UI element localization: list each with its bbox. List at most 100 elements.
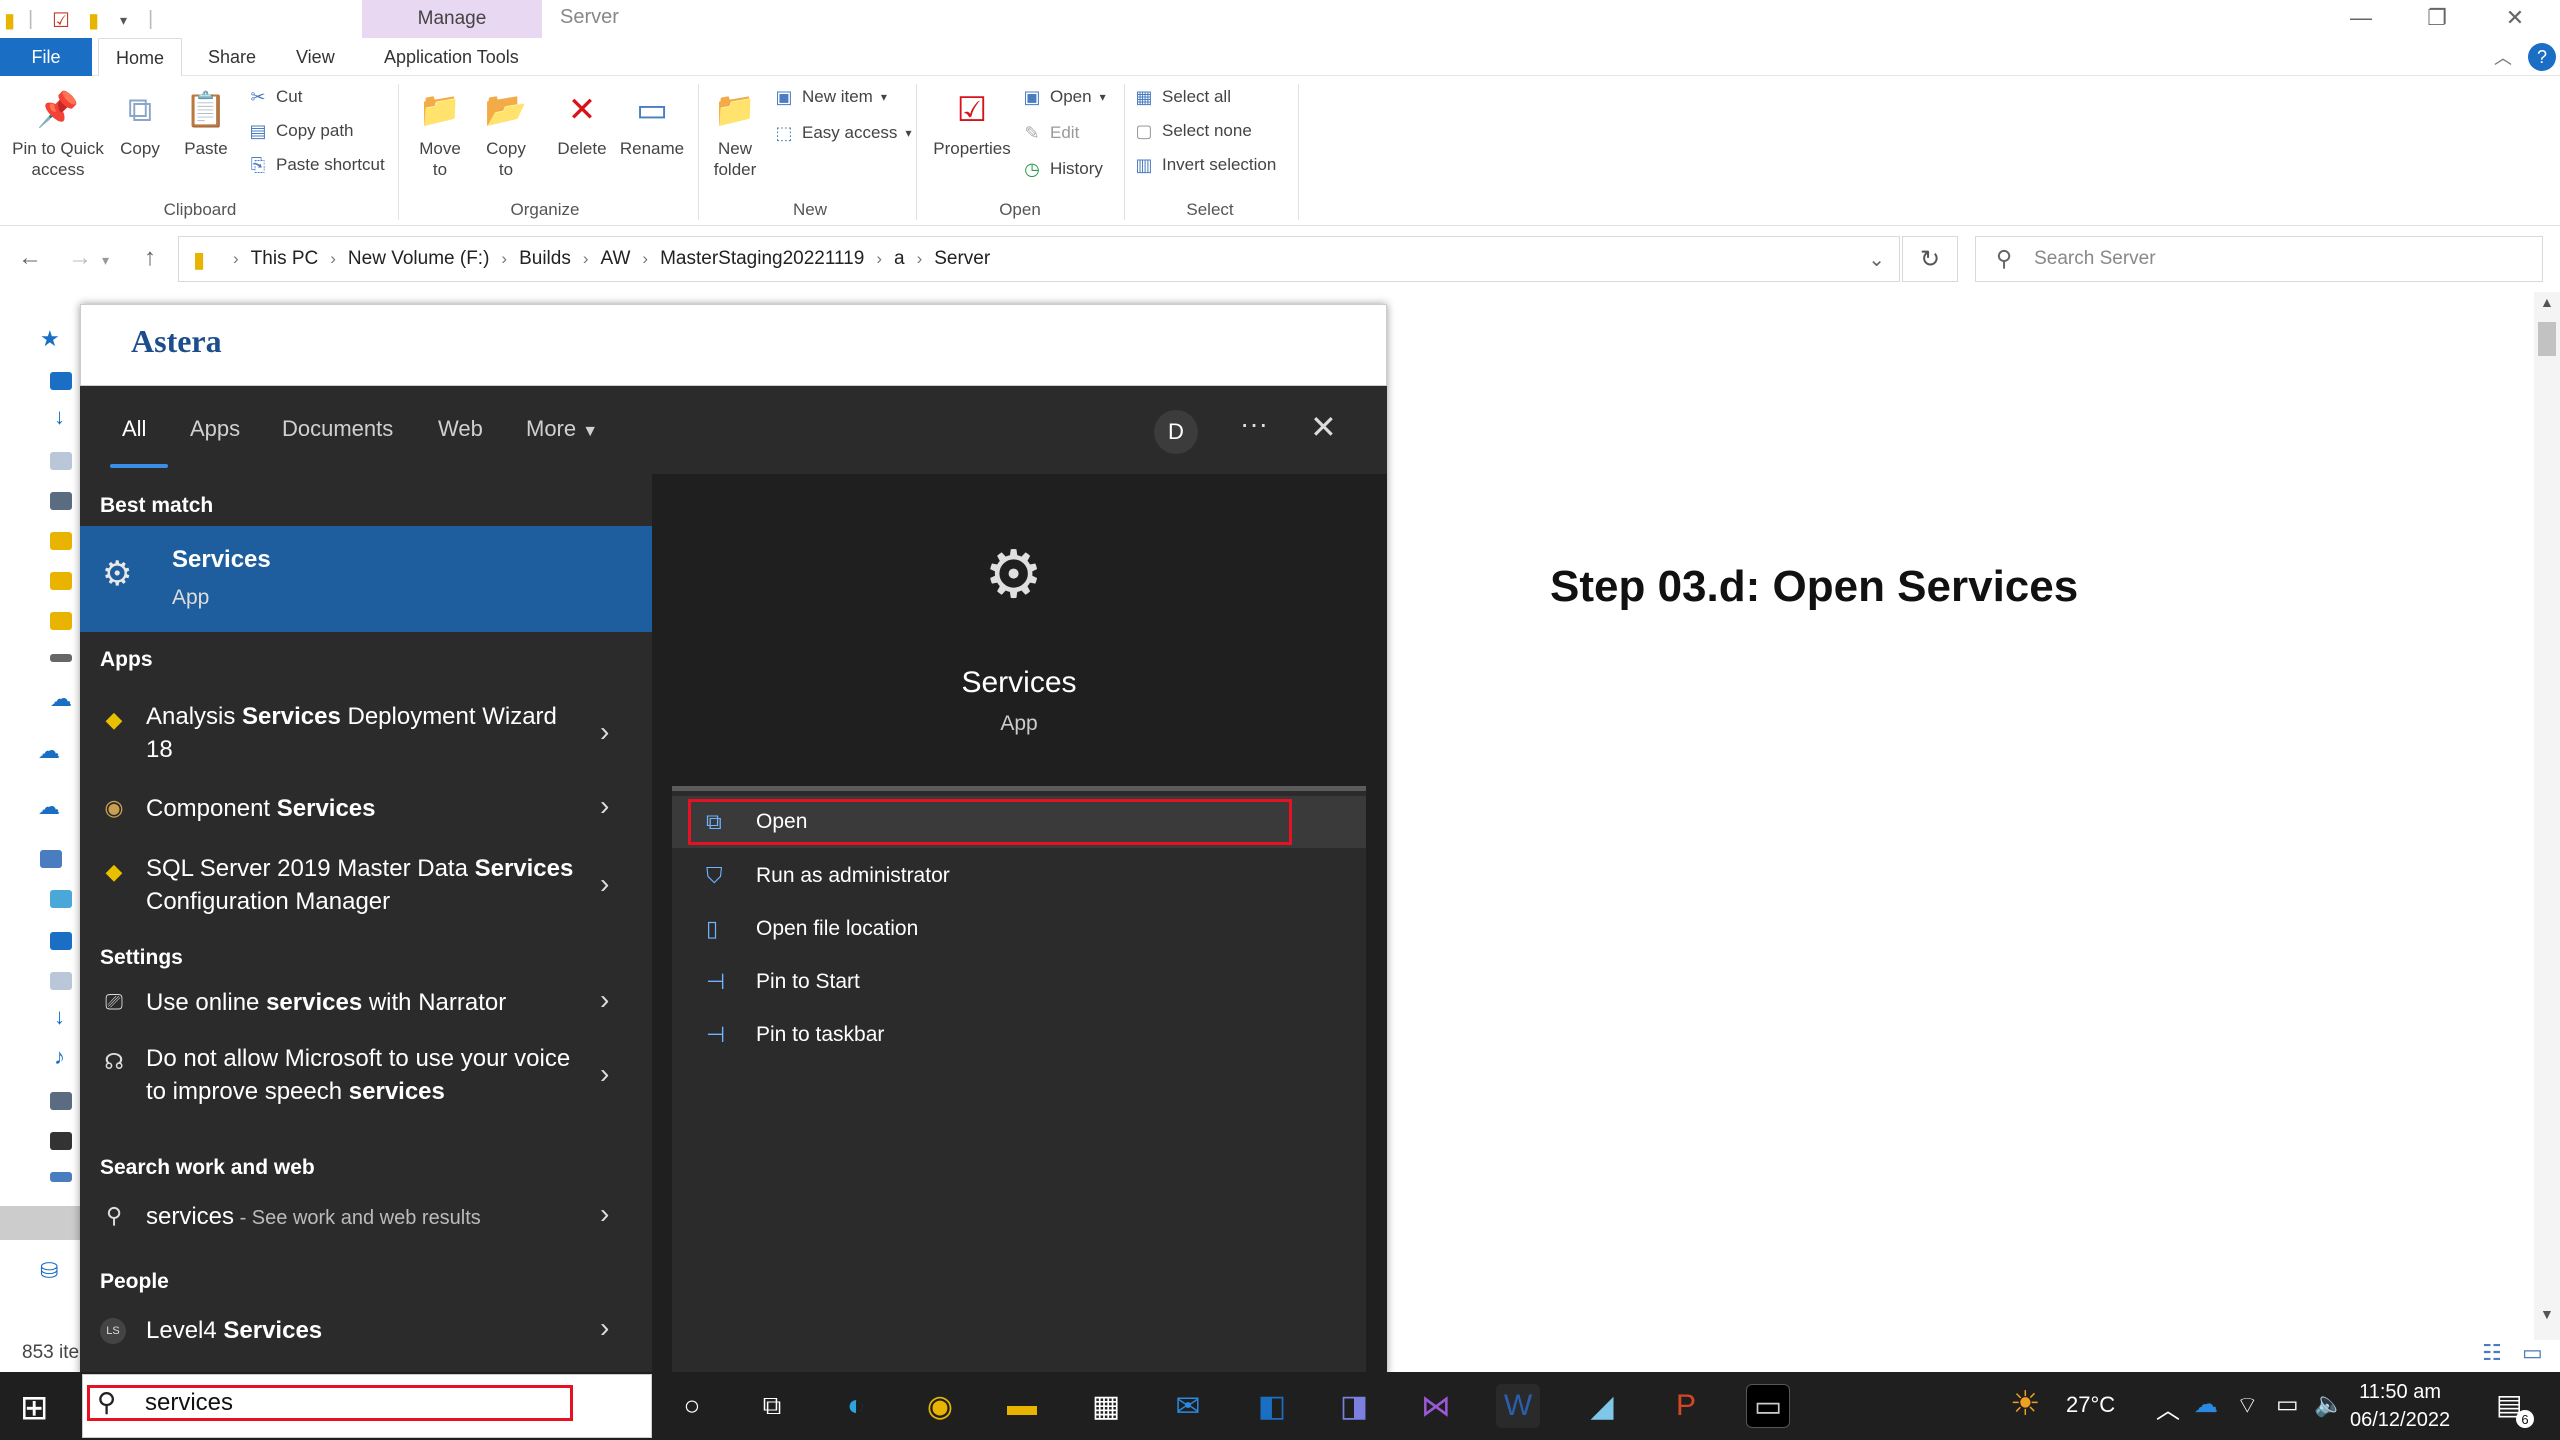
- up-arrow-icon[interactable]: ↑: [144, 244, 156, 272]
- breadcrumb-server[interactable]: Server: [926, 248, 998, 270]
- onedrive-cloud-icon[interactable]: ☁: [50, 686, 72, 712]
- chevron-right-icon[interactable]: ›: [497, 249, 511, 269]
- properties-check-icon[interactable]: ☑: [52, 8, 70, 33]
- move-to-button[interactable]: 📁 Move to: [408, 88, 472, 180]
- chevron-right-icon[interactable]: ›: [600, 1312, 609, 1344]
- manage-contextual-tab[interactable]: Manage: [362, 0, 542, 38]
- open-button[interactable]: ▣ Open ▾: [1022, 84, 1105, 110]
- address-dropdown-icon[interactable]: ⌄: [1868, 247, 1885, 272]
- scroll-thumb[interactable]: [2538, 322, 2556, 356]
- chevron-right-icon[interactable]: ›: [326, 249, 340, 269]
- edge-icon[interactable]: ◐: [834, 1384, 878, 1428]
- breadcrumb-this-pc[interactable]: This PC: [243, 248, 327, 270]
- breadcrumb-new-volume[interactable]: New Volume (F:): [340, 248, 497, 270]
- 3d-objects-icon[interactable]: [50, 890, 72, 908]
- drive-icon[interactable]: [50, 654, 72, 662]
- list-item[interactable]: LS Level4 Services ›: [80, 1312, 652, 1356]
- select-all-button[interactable]: ▦ Select all: [1134, 84, 1231, 110]
- tab-web[interactable]: Web: [438, 416, 483, 442]
- paste-button[interactable]: 📋 Paste: [176, 88, 236, 159]
- file-explorer-icon[interactable]: ▬: [1000, 1384, 1044, 1428]
- tab-home[interactable]: Home: [98, 38, 182, 77]
- invert-selection-button[interactable]: ▥ Invert selection: [1134, 152, 1276, 178]
- refresh-icon[interactable]: ↻: [1902, 236, 1958, 282]
- folder-icon[interactable]: [50, 612, 72, 630]
- scroll-up-icon[interactable]: ▲: [2540, 294, 2554, 310]
- paste-shortcut-button[interactable]: ⎘ Paste shortcut: [248, 152, 385, 178]
- forward-arrow-icon[interactable]: →: [68, 244, 92, 272]
- documents-icon[interactable]: [50, 972, 72, 990]
- collapse-ribbon-icon[interactable]: ︿: [2494, 38, 2512, 76]
- list-item[interactable]: ◆ Analysis Services Deployment Wizard 18…: [80, 700, 652, 776]
- clock[interactable]: 11:50 am 06/12/2022: [2350, 1378, 2450, 1434]
- desktop-icon[interactable]: [50, 932, 72, 950]
- open-file-location-action[interactable]: ▯ Open file location: [672, 903, 1366, 955]
- teams-icon[interactable]: ◨: [1332, 1384, 1376, 1428]
- breadcrumb-aw[interactable]: AW: [593, 248, 639, 270]
- close-window-icon[interactable]: ✕: [2480, 0, 2550, 36]
- breadcrumb-builds[interactable]: Builds: [511, 248, 579, 270]
- details-view-icon[interactable]: ☷: [2482, 1340, 2502, 1366]
- pin-to-start-action[interactable]: ⊣ Pin to Start: [672, 956, 1366, 1008]
- open-action[interactable]: ⧉ Open: [672, 796, 1366, 848]
- breadcrumb-a[interactable]: a: [886, 248, 913, 270]
- task-view-icon[interactable]: ⧉: [750, 1384, 794, 1428]
- copy-button[interactable]: ⧉ Copy: [110, 88, 170, 159]
- breadcrumb[interactable]: ▮ › This PC › New Volume (F:) › Builds ›…: [178, 236, 1900, 282]
- delete-button[interactable]: ✕ Delete: [548, 88, 616, 159]
- copy-path-button[interactable]: ▤ Copy path: [248, 118, 353, 144]
- onedrive-cloud-icon[interactable]: ☁: [38, 794, 60, 820]
- scroll-down-icon[interactable]: ▼: [2540, 1306, 2554, 1322]
- new-folder-icon[interactable]: ▮: [88, 8, 99, 33]
- chevron-right-icon[interactable]: ›: [872, 249, 886, 269]
- list-item[interactable]: ⚲ services - See work and web results ›: [80, 1198, 652, 1242]
- more-options-icon[interactable]: ···: [1240, 408, 1268, 440]
- restore-icon[interactable]: ❐: [2402, 0, 2472, 36]
- new-item-button[interactable]: ▣ New item ▾: [774, 84, 886, 110]
- chevron-right-icon[interactable]: ›: [600, 1198, 609, 1230]
- chevron-up-icon[interactable]: ︿: [2156, 1390, 2180, 1425]
- chevron-right-icon[interactable]: ›: [913, 249, 927, 269]
- documents-icon[interactable]: [50, 452, 72, 470]
- outlook-icon[interactable]: ◧: [1250, 1384, 1294, 1428]
- cortana-icon[interactable]: ○: [670, 1384, 714, 1428]
- chevron-right-icon[interactable]: ›: [600, 716, 609, 748]
- tab-all[interactable]: All: [122, 416, 146, 442]
- list-item[interactable]: ◆ SQL Server 2019 Master Data Services C…: [80, 852, 652, 928]
- network-icon[interactable]: ⛁: [40, 1258, 58, 1284]
- word-icon[interactable]: W: [1496, 1384, 1540, 1428]
- mail-icon[interactable]: ✉: [1166, 1384, 1210, 1428]
- folder-icon[interactable]: [50, 532, 72, 550]
- select-none-button[interactable]: ▢ Select none: [1134, 118, 1251, 144]
- onedrive-cloud-icon[interactable]: ☁: [38, 738, 60, 764]
- run-as-admin-action[interactable]: ⛉ Run as administrator: [672, 850, 1366, 902]
- pin-quick-access-button[interactable]: 📌 Pin to Quick access: [8, 88, 108, 180]
- list-item[interactable]: ⎚ Use online services with Narrator ›: [80, 984, 652, 1028]
- chrome-icon[interactable]: ◉: [918, 1384, 962, 1428]
- chevron-right-icon[interactable]: ›: [638, 249, 652, 269]
- folder-icon[interactable]: [50, 572, 72, 590]
- astera-app-icon[interactable]: ◢: [1580, 1384, 1624, 1428]
- onedrive-cloud-icon[interactable]: ☁: [2194, 1390, 2218, 1419]
- tab-view[interactable]: View: [296, 38, 335, 76]
- scrollbar[interactable]: ▲ ▼: [2534, 292, 2560, 1340]
- search-server-input[interactable]: ⚲ Search Server: [1975, 236, 2543, 282]
- chevron-right-icon[interactable]: ›: [600, 984, 609, 1016]
- tab-apps[interactable]: Apps: [190, 416, 240, 442]
- large-icons-view-icon[interactable]: ▭: [2522, 1340, 2543, 1366]
- weather-sun-icon[interactable]: ☀: [2010, 1384, 2040, 1424]
- rename-button[interactable]: ▭ Rename: [616, 88, 688, 159]
- copy-to-button[interactable]: 📂 Copy to: [474, 88, 538, 180]
- this-pc-icon[interactable]: [40, 850, 62, 868]
- list-item[interactable]: ◉ Component Services ›: [80, 790, 652, 834]
- powerpoint-icon[interactable]: P: [1664, 1384, 1708, 1428]
- customize-dropdown-icon[interactable]: ▾: [120, 12, 127, 29]
- music-icon[interactable]: ♪: [54, 1044, 65, 1070]
- tab-more[interactable]: More ▼: [526, 416, 598, 442]
- back-arrow-icon[interactable]: ←: [18, 244, 42, 272]
- pin-to-taskbar-action[interactable]: ⊣ Pin to taskbar: [672, 1009, 1366, 1061]
- breadcrumb-masterstaging[interactable]: MasterStaging20221119: [652, 248, 872, 270]
- terminal-icon[interactable]: ▭: [1746, 1384, 1790, 1428]
- edit-button[interactable]: ✎ Edit: [1022, 120, 1079, 146]
- history-button[interactable]: ◷ History: [1022, 156, 1103, 182]
